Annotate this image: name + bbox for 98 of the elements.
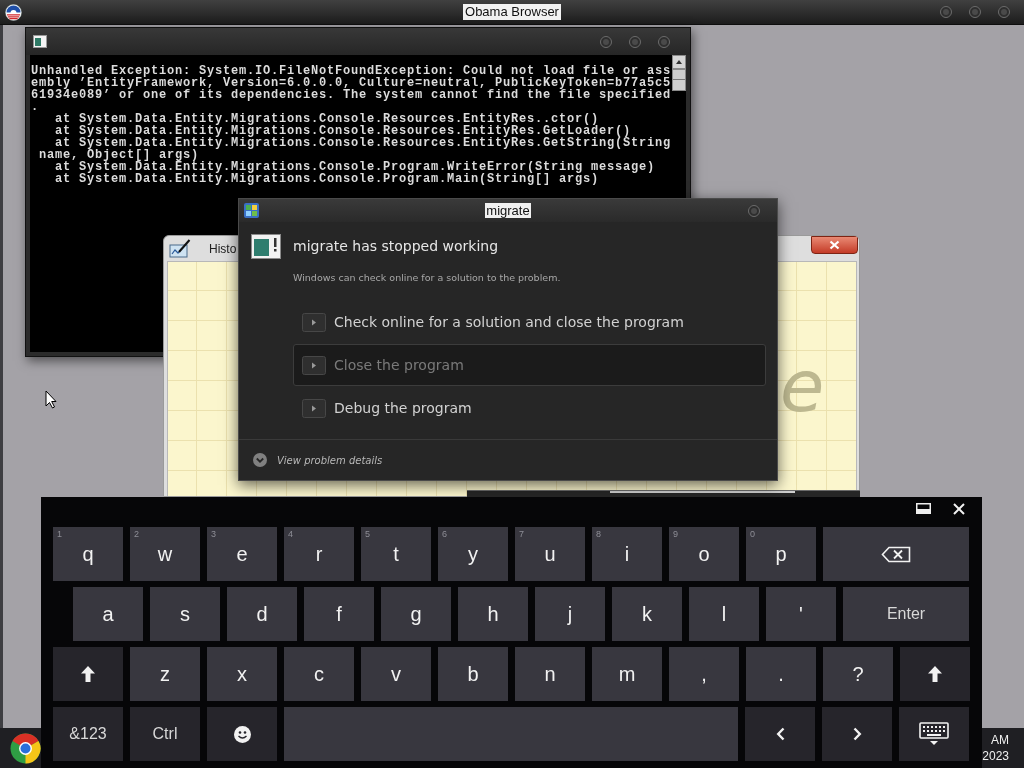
colorful-window-icon	[244, 203, 259, 218]
shift-key[interactable]	[53, 647, 123, 701]
character-key[interactable]: 6 y	[438, 527, 508, 581]
console-line: at System.Data.Entity.Migrations.Console.Program.WriteError(String message)	[55, 161, 656, 173]
character-key[interactable]: b	[438, 647, 508, 701]
smiley-icon	[233, 725, 251, 743]
hide-keyboard-key[interactable]	[899, 707, 969, 761]
character-key[interactable]: g	[381, 587, 451, 641]
key-hint: 3	[211, 529, 216, 539]
character-key[interactable]: k	[612, 587, 682, 641]
character-key[interactable]: 0 p	[746, 527, 816, 581]
character-key[interactable]: n	[515, 647, 585, 701]
emoji-key[interactable]	[207, 707, 277, 761]
window-control-button[interactable]	[629, 35, 641, 48]
key-hint: 5	[365, 529, 370, 539]
character-key[interactable]: 7 u	[515, 527, 585, 581]
clock-text: 2023	[982, 748, 1009, 764]
character-key[interactable]: v	[361, 647, 431, 701]
character-key[interactable]: 4 r	[284, 527, 354, 581]
key-hint: 6	[442, 529, 447, 539]
dialog-message: Windows can check online for a solution to the problem.	[293, 271, 561, 285]
window-control-button[interactable]	[969, 6, 981, 18]
window-control-button[interactable]	[998, 6, 1010, 18]
backspace-key[interactable]	[823, 527, 969, 581]
window-title: Obama Browser	[463, 4, 561, 20]
dialog-heading: migrate has stopped working	[293, 238, 499, 254]
window-control-button[interactable]	[940, 6, 952, 18]
key-hint: 9	[673, 529, 678, 539]
dock-icon[interactable]	[916, 503, 931, 514]
character-key[interactable]: m	[592, 647, 662, 701]
character-key[interactable]: z	[130, 647, 200, 701]
console-line: at System.Data.Entity.Migrations.Console.Resources.EntityRes..ctor()	[54, 113, 600, 125]
character-key[interactable]: '	[766, 587, 836, 641]
enter-key[interactable]: Enter	[843, 587, 969, 641]
window-control-button[interactable]	[600, 35, 612, 48]
character-key[interactable]: c	[284, 647, 354, 701]
character-key[interactable]: 3 e	[207, 527, 277, 581]
close-icon[interactable]	[953, 503, 965, 515]
character-key[interactable]: f	[304, 587, 374, 641]
command-link[interactable]: Close the program	[293, 344, 766, 386]
character-key[interactable]: 2 w	[130, 527, 200, 581]
character-key[interactable]: 9 o	[669, 527, 739, 581]
character-key[interactable]: 5 t	[361, 527, 431, 581]
console-window-icon	[33, 35, 47, 48]
scroll-up-button[interactable]	[672, 55, 686, 69]
key-hint: 4	[288, 529, 293, 539]
key-hint: 2	[134, 529, 139, 539]
modifier-key[interactable]: &123	[53, 707, 123, 761]
window-title: Histo	[209, 241, 237, 256]
shift-arrow-icon	[81, 666, 95, 682]
character-key[interactable]: j	[535, 587, 605, 641]
window-exclamation-icon	[251, 233, 281, 259]
details-toggle[interactable]: View problem details	[253, 453, 383, 467]
character-key[interactable]: ?	[823, 647, 893, 701]
dialog-title: migrate	[485, 203, 531, 218]
console-line: at System.Data.Entity.Migrations.Console.Program.Main(String[] args)	[54, 173, 600, 185]
character-key[interactable]: x	[207, 647, 277, 701]
chevron-down-circle-icon	[253, 453, 267, 467]
chart-pen-icon	[169, 239, 191, 258]
close-icon	[829, 240, 840, 250]
command-link[interactable]: Debug the program	[293, 387, 766, 429]
window-control-button[interactable]	[658, 35, 670, 48]
chevron-right-icon	[852, 727, 862, 741]
key-hint: 1	[57, 529, 62, 539]
clock-text: AM	[991, 732, 1009, 748]
mouse-pointer-icon	[45, 390, 57, 409]
window-control-button[interactable]	[748, 204, 760, 217]
multicolor-circle-icon[interactable]	[10, 731, 41, 765]
console-line: at System.Data.Entity.Migrations.Console.Resources.EntityRes.GetString(String	[54, 137, 672, 149]
modifier-key[interactable]: Ctrl	[130, 707, 200, 761]
character-key[interactable]: h	[458, 587, 528, 641]
character-key[interactable]: l	[689, 587, 759, 641]
keyboard-icon	[919, 722, 949, 746]
character-key[interactable]: .	[746, 647, 816, 701]
console-line: .	[31, 101, 39, 113]
key-hint: 0	[750, 529, 755, 539]
chevron-left-icon	[775, 727, 785, 741]
console-line: name, Object[] args)	[38, 149, 200, 161]
character-key[interactable]: d	[227, 587, 297, 641]
console-line: at System.Data.Entity.Migrations.Console.Resources.EntityRes.GetLoader()	[54, 125, 632, 137]
backspace-icon	[881, 545, 911, 563]
scrollbar-thumb[interactable]	[672, 69, 686, 91]
round-logo-icon	[5, 3, 22, 21]
console-line: Unhandled Exception: System.IO.FileNotFoundException: Could not load file or ass	[31, 65, 672, 77]
key-hint: 8	[596, 529, 601, 539]
close-button[interactable]	[811, 236, 858, 254]
character-key[interactable]: 1 q	[53, 527, 123, 581]
console-line: embly ’EntityFramework, Version=6.0.0.0, Culture=neutral, PublicKeyToken=b77a5c5	[31, 77, 672, 89]
canvas-letter: e	[780, 350, 825, 422]
shift-arrow-icon	[928, 666, 942, 682]
command-link[interactable]: Check online for a solution and close the program	[293, 301, 766, 343]
shift-key[interactable]	[900, 647, 970, 701]
character-key[interactable]: a	[73, 587, 143, 641]
character-key[interactable]: s	[150, 587, 220, 641]
key-hint: 7	[519, 529, 524, 539]
console-line: 61934e089’ or one of its dependencies. The system cannot find the file specified	[31, 89, 672, 101]
character-key[interactable]: 8 i	[592, 527, 662, 581]
character-key[interactable]: ,	[669, 647, 739, 701]
